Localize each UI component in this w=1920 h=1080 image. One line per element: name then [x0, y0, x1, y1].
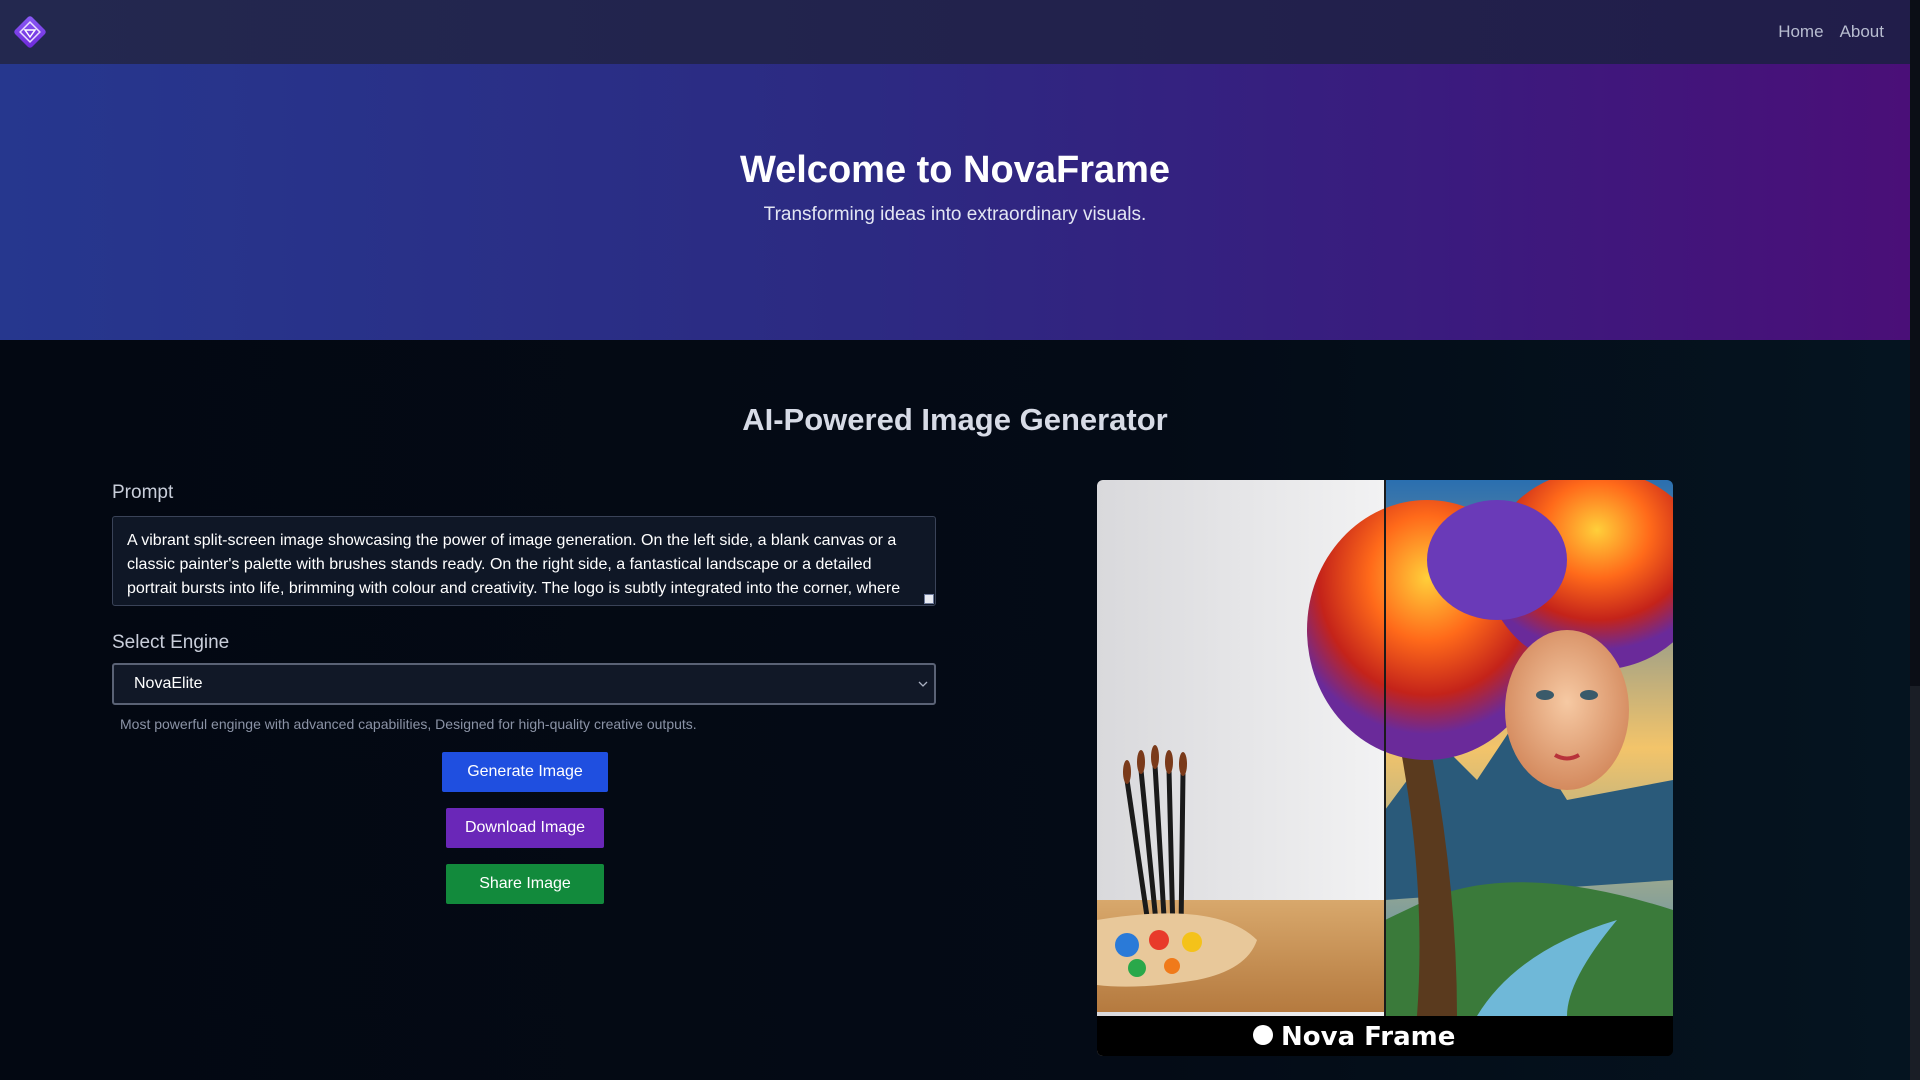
engine-label: Select Engine	[112, 632, 230, 653]
diamond-logo-icon[interactable]	[12, 14, 48, 50]
page-scrollbar[interactable]	[1910, 0, 1920, 1080]
prompt-textarea[interactable]: A vibrant split-screen image showcasing …	[112, 516, 936, 606]
hero-title: Welcome to NovaFrame	[739, 149, 1171, 191]
engine-select-value[interactable]: NovaElite	[134, 675, 202, 693]
section-title: AI-Powered Image Generator	[742, 402, 1168, 437]
engine-select[interactable]: NovaElite	[112, 663, 936, 705]
hero-subtitle: Transforming ideas into extraordinary vi…	[763, 204, 1147, 225]
nav-links: Home About	[1778, 0, 1884, 64]
nav-link-home[interactable]: Home	[1778, 22, 1823, 42]
scrollbar-thumb[interactable]	[1910, 686, 1920, 1080]
nav-link-about[interactable]: About	[1840, 22, 1884, 42]
engine-description: Most powerful enginge with advanced capa…	[120, 716, 697, 732]
generate-image-button[interactable]: Generate Image	[442, 752, 608, 792]
hero-banner: Welcome to NovaFrame Transforming ideas …	[0, 64, 1910, 340]
resize-handle-icon[interactable]	[924, 594, 934, 604]
download-image-button[interactable]: Download Image	[446, 808, 604, 848]
chevron-down-icon	[918, 681, 928, 687]
top-navbar: Home About	[0, 0, 1910, 64]
generated-image-preview: Nova Frame	[1097, 480, 1673, 1056]
prompt-label: Prompt	[112, 482, 174, 503]
generated-image: Nova Frame	[1097, 480, 1673, 1056]
share-image-button[interactable]: Share Image	[446, 864, 604, 904]
preview-watermark: Nova Frame	[1281, 1022, 1455, 1052]
prompt-text[interactable]: A vibrant split-screen image showcasing …	[113, 517, 935, 605]
generator-section: AI-Powered Image Generator Prompt A vibr…	[0, 340, 1910, 1080]
